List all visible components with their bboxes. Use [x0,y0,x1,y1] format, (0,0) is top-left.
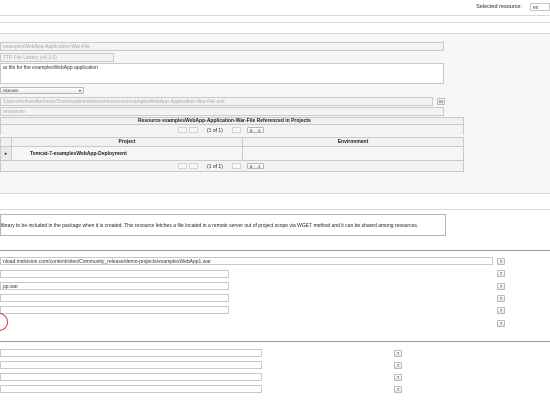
pager-first-button[interactable] [178,127,187,133]
form-bottom-divider [0,193,550,194]
lower-help-button-1[interactable]: ? [394,350,402,357]
lower-divider [0,341,550,342]
table-header-row: Project Environment [0,137,464,147]
project-column-header: Project [11,137,243,147]
referenced-projects-table: Project Environment ▸ Tomcat-7-examplesW… [0,137,464,161]
lower-help-button-3[interactable]: ? [394,374,402,381]
environment-column-header: Environment [242,137,464,147]
selected-resource-select[interactable]: ex [530,3,550,11]
lower-help-button-4[interactable]: ? [394,386,402,393]
section-divider [0,209,550,210]
lower-field-2[interactable] [0,361,262,369]
lower-field-4[interactable] [0,385,262,393]
page-size-value: 5 [250,128,253,133]
expander-column-header [0,137,12,147]
page-size-value-bottom: 5 [250,164,253,169]
params-divider [0,250,550,251]
resource-type-select[interactable]: TTP File Library (v4.2.0) [0,53,114,62]
selected-resource-label: Selected resource: [476,4,522,10]
resources-field[interactable]: resources [0,107,444,116]
updown-icon: ⇕ [257,164,261,169]
lower-help-button-2[interactable]: ? [394,362,402,369]
pager-bottom-next-button[interactable] [232,163,241,169]
row-expander-icon[interactable]: ▸ [0,146,12,161]
unknown-select[interactable]: nknown ▾ [0,87,84,94]
help-button-6[interactable]: ? [497,320,505,327]
chevron-down-icon: ▾ [78,88,81,93]
unknown-select-value: nknown [3,88,19,93]
pager-bottom-first-button[interactable] [178,163,187,169]
referenced-table-title: Resource examplesWebApp-Application-War-… [138,118,311,124]
resource-name-field[interactable]: examplesWebApp-Application-War-File [0,42,444,51]
param-field-2[interactable] [0,270,229,278]
page-size-select-top[interactable]: 5 ⇕ [247,127,264,133]
help-button-2[interactable]: ? [497,270,505,277]
highlight-circle-icon [0,313,8,331]
help-button-4[interactable]: ? [497,295,505,302]
url-field[interactable]: nload.midvision.com/content/sites/Commun… [0,257,493,265]
row-project-cell: Tomcat-7-examplesWebApp-Deployment [11,146,243,161]
file-name-field[interactable]: pp.war [0,282,229,290]
form-divider [0,33,550,34]
lower-field-1[interactable] [0,349,262,357]
pager-prev-button[interactable] [189,127,198,133]
pager-bottom-label: (1 of 1) [207,164,223,170]
description-textarea[interactable]: ar file for the examplesWebApp applicati… [0,63,444,84]
page-size-select-bottom[interactable]: 5 ⇕ [247,163,264,169]
table-row[interactable]: ▸ Tomcat-7-examplesWebApp-Deployment [0,146,464,161]
lower-field-3[interactable] [0,373,262,381]
row-environment-cell [242,146,464,161]
param-field-5[interactable] [0,306,229,314]
pager-next-button[interactable] [232,127,241,133]
param-field-4[interactable] [0,294,229,302]
info-text: library to be included in the package wh… [1,223,419,229]
top-divider [0,15,550,16]
top-divider-2 [0,22,550,23]
help-button-url[interactable]: ? [497,258,505,265]
updown-icon: ⇕ [257,128,261,133]
help-button-3[interactable]: ? [497,283,505,290]
help-button-5[interactable]: ? [497,307,505,314]
pager-bottom-prev-button[interactable] [189,163,198,169]
pager-top-label: (1 of 1) [207,128,223,134]
resource-path-field[interactable]: /Users/mohandberhoun/Downloads/midvision… [0,97,433,106]
path-browse-button[interactable]: M [437,98,445,105]
